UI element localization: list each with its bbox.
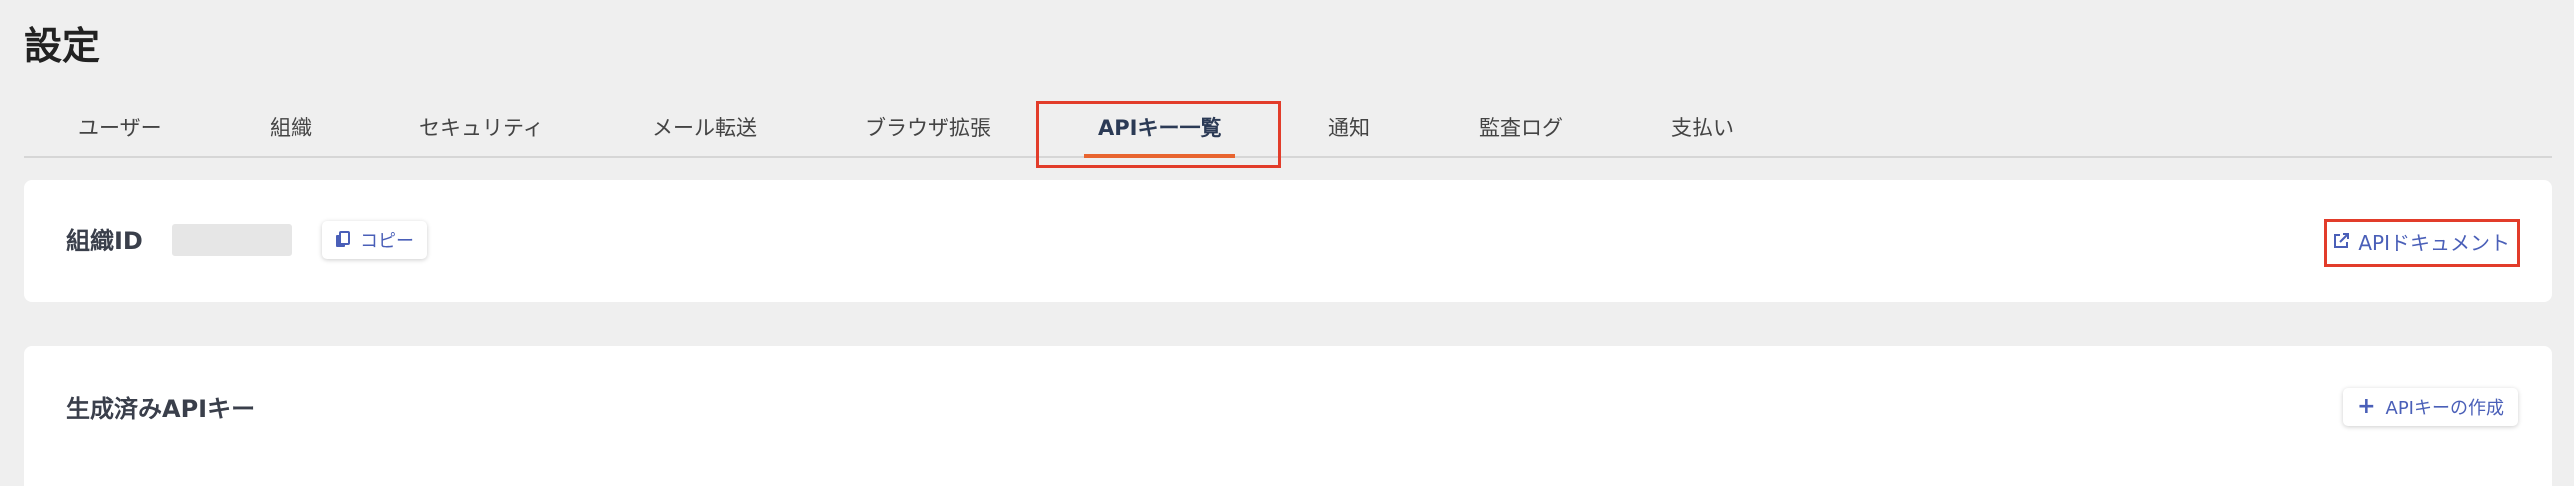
create-api-key-label: APIキーの作成 (2385, 398, 2504, 419)
plus-icon: + (2357, 394, 2376, 419)
settings-tabs: ユーザー 組織 セキュリティ メール転送 ブラウザ拡張 APIキー一覧 通知 監… (24, 100, 2552, 158)
copy-button-label: コピー (360, 231, 414, 252)
tab-audit-log[interactable]: 監査ログ (1479, 100, 1563, 156)
generated-keys-card: 生成済みAPIキー + APIキーの作成 (24, 346, 2552, 486)
tab-mail-forwarding[interactable]: メール転送 (652, 100, 757, 156)
org-id-label: 組織ID (66, 227, 143, 255)
org-id-card: 組織ID コピー APIドキュメント (24, 180, 2552, 302)
tab-browser-extension[interactable]: ブラウザ拡張 (865, 100, 991, 156)
tab-api-keys[interactable]: APIキー一覧 (1083, 100, 1236, 158)
generated-keys-title: 生成済みAPIキー (66, 395, 256, 423)
copy-icon (335, 231, 351, 249)
api-docs-label: APIドキュメント (2358, 230, 2510, 255)
copy-button[interactable]: コピー (322, 221, 427, 259)
page-title: 設定 (24, 24, 101, 68)
external-link-icon (2332, 232, 2350, 250)
tab-security[interactable]: セキュリティ (419, 100, 544, 156)
org-id-value (172, 224, 292, 256)
tab-payments[interactable]: 支払い (1671, 100, 1734, 156)
api-docs-link[interactable]: APIドキュメント (2332, 224, 2510, 258)
tab-organization[interactable]: 組織 (270, 100, 312, 156)
create-api-key-button[interactable]: + APIキーの作成 (2343, 388, 2518, 426)
tab-users[interactable]: ユーザー (78, 100, 162, 156)
tab-notifications[interactable]: 通知 (1328, 100, 1370, 156)
